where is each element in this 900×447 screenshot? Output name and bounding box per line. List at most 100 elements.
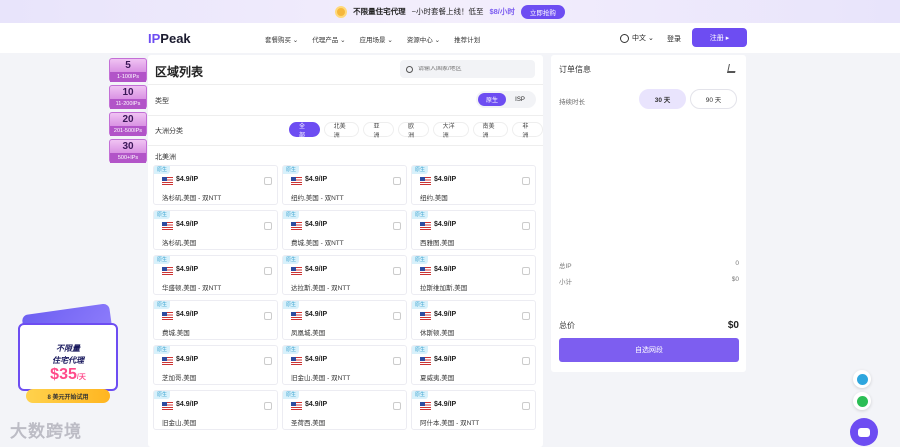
nav-item-referral[interactable]: 推荐计划: [454, 34, 480, 44]
card-checkbox[interactable]: [522, 222, 530, 230]
card-checkbox[interactable]: [393, 222, 401, 230]
region-card[interactable]: 原生 $4.9/IP 洛杉矶,美国: [153, 210, 278, 250]
discount-tier: 30 500+IPs: [109, 139, 147, 163]
discount-tier: 10 11-200IPs: [109, 85, 147, 109]
alarm-clock-icon: [335, 5, 348, 18]
order-panel: 订单信息 持续时长 30 天 90 天 总IP 0 小计 $0 总价 $0 自选…: [551, 55, 746, 372]
region-card[interactable]: 原生 $4.9/IP 旧金山,美国: [153, 390, 278, 430]
region-search[interactable]: [400, 60, 535, 78]
telegram-button[interactable]: [853, 370, 871, 388]
card-checkbox[interactable]: [522, 177, 530, 185]
us-flag-icon: [420, 312, 431, 320]
us-flag-icon: [420, 357, 431, 365]
region-card[interactable]: 原生 $4.9/IP 达拉斯,美国 - 双NTT: [282, 255, 407, 295]
region-card[interactable]: 原生 $4.9/IP 凤凰城,美国: [282, 300, 407, 340]
native-tag: 原生: [412, 391, 429, 399]
card-checkbox[interactable]: [264, 267, 272, 275]
region-search-input[interactable]: [418, 66, 528, 72]
continent-south-america[interactable]: 南美洲: [472, 122, 509, 139]
region-card[interactable]: 原生 $4.9/IP 纽约,美国 - 双NTT: [282, 165, 407, 205]
card-checkbox[interactable]: [264, 222, 272, 230]
promo-banner: 不限量住宅代理 ~小时套餐上线！低至 $8/小时 立即抢购: [0, 0, 900, 23]
region-card[interactable]: 原生 $4.9/IP 拉斯维加斯,美国: [411, 255, 536, 295]
card-checkbox[interactable]: [393, 402, 401, 410]
us-flag-icon: [420, 222, 431, 230]
register-button[interactable]: 注册 ▸: [692, 28, 747, 47]
continent-europe[interactable]: 欧洲: [398, 122, 429, 139]
region-card[interactable]: 原生 $4.9/IP 旧金山,美国 - 双NTT: [282, 345, 407, 385]
divider: [148, 115, 543, 116]
language-selector[interactable]: 中文 ⌄: [620, 33, 654, 43]
region-card[interactable]: 原生 $4.9/IP 西雅图,美国: [411, 210, 536, 250]
whatsapp-button[interactable]: [853, 392, 871, 410]
nav-item-plans[interactable]: 套餐购买 ⌄: [265, 34, 298, 44]
region-card[interactable]: 原生 $4.9/IP 芝加哥,美国: [153, 345, 278, 385]
duration-30-button[interactable]: 30 天: [639, 89, 686, 109]
us-flag-icon: [291, 312, 302, 320]
chat-button[interactable]: [850, 418, 878, 446]
native-tag: 原生: [154, 301, 171, 309]
continent-africa[interactable]: 非洲: [512, 122, 543, 139]
region-card[interactable]: 原生 $4.9/IP 圣荷西,美国: [282, 390, 407, 430]
nav-menu: 套餐购买 ⌄ 代理产品 ⌄ 应用场景 ⌄ 资源中心 ⌄ 推荐计划: [265, 34, 480, 44]
select-segment-button[interactable]: 自选网段: [559, 338, 739, 362]
continent-asia[interactable]: 亚洲: [363, 122, 395, 139]
grab-now-button[interactable]: 立即抢购: [520, 4, 565, 19]
divider: [148, 145, 543, 146]
banner-text-2: ~小时套餐上线！低至: [411, 7, 484, 16]
duration-label: 持续时长: [559, 99, 585, 106]
native-tag: 原生: [412, 301, 429, 309]
logo[interactable]: IPPeak: [148, 31, 191, 46]
banner-text: 不限量住宅代理: [353, 7, 406, 16]
us-flag-icon: [162, 177, 173, 185]
continent-oceania[interactable]: 大洋洲: [432, 122, 469, 139]
card-checkbox[interactable]: [264, 357, 272, 365]
card-checkbox[interactable]: [264, 402, 272, 410]
trial-button[interactable]: 8 美元开始试用: [26, 389, 110, 403]
native-tag: 原生: [412, 256, 429, 264]
nav-item-products[interactable]: 代理产品 ⌄: [312, 34, 345, 44]
us-flag-icon: [291, 357, 302, 365]
region-card[interactable]: 原生 $4.9/IP 费城,美国 - 双NTT: [282, 210, 407, 250]
type-isp-button[interactable]: ISP: [506, 93, 534, 106]
region-list-panel: 区域列表 类型 原生 ISP 大洲分类 全部 北美洲 亚洲 欧洲 大洋洲 南美洲…: [148, 55, 543, 447]
total-ip-row: 总IP 0: [559, 260, 739, 270]
region-card[interactable]: 原生 $4.9/IP 休斯顿,美国: [411, 300, 536, 340]
region-card[interactable]: 原生 $4.9/IP 夏威夷,美国: [411, 345, 536, 385]
divider: [148, 84, 543, 85]
card-checkbox[interactable]: [393, 177, 401, 185]
card-checkbox[interactable]: [522, 267, 530, 275]
us-flag-icon: [420, 177, 431, 185]
card-checkbox[interactable]: [264, 312, 272, 320]
card-checkbox[interactable]: [522, 402, 530, 410]
banner-price: $8/小时: [489, 7, 515, 16]
nav-item-resources[interactable]: 资源中心 ⌄: [407, 34, 440, 44]
clear-broom-icon[interactable]: [727, 64, 737, 73]
region-card[interactable]: 原生 $4.9/IP 纽约,美国: [411, 165, 536, 205]
region-card[interactable]: 原生 $4.9/IP 华盛顿,美国 - 双NTT: [153, 255, 278, 295]
continent-filter: 全部 北美洲 亚洲 欧洲 大洋洲 南美洲 非洲: [289, 122, 543, 139]
continent-all[interactable]: 全部: [289, 122, 320, 139]
region-card[interactable]: 原生 $4.9/IP 阿什本,美国 - 双NTT: [411, 390, 536, 430]
native-tag: 原生: [154, 211, 171, 219]
us-flag-icon: [162, 312, 173, 320]
card-checkbox[interactable]: [522, 312, 530, 320]
chat-icon: [858, 427, 870, 437]
type-toggle: 原生 ISP: [476, 91, 536, 108]
continent-north-america[interactable]: 北美洲: [323, 122, 360, 139]
nav-item-scenarios[interactable]: 应用场景 ⌄: [360, 34, 393, 44]
card-checkbox[interactable]: [264, 177, 272, 185]
us-flag-icon: [291, 177, 302, 185]
region-card[interactable]: 原生 $4.9/IP 费城,美国: [153, 300, 278, 340]
us-flag-icon: [162, 402, 173, 410]
type-native-button[interactable]: 原生: [478, 93, 506, 106]
native-tag: 原生: [283, 256, 300, 264]
card-checkbox[interactable]: [393, 357, 401, 365]
card-checkbox[interactable]: [393, 312, 401, 320]
region-card[interactable]: 原生 $4.9/IP 洛杉矶,美国 - 双NTT: [153, 165, 278, 205]
duration-90-button[interactable]: 90 天: [690, 89, 737, 109]
login-link[interactable]: 登录: [667, 34, 681, 44]
card-checkbox[interactable]: [522, 357, 530, 365]
promo-card[interactable]: 不限量 住宅代理 $35/天 8 美元开始试用: [14, 303, 119, 409]
card-checkbox[interactable]: [393, 267, 401, 275]
